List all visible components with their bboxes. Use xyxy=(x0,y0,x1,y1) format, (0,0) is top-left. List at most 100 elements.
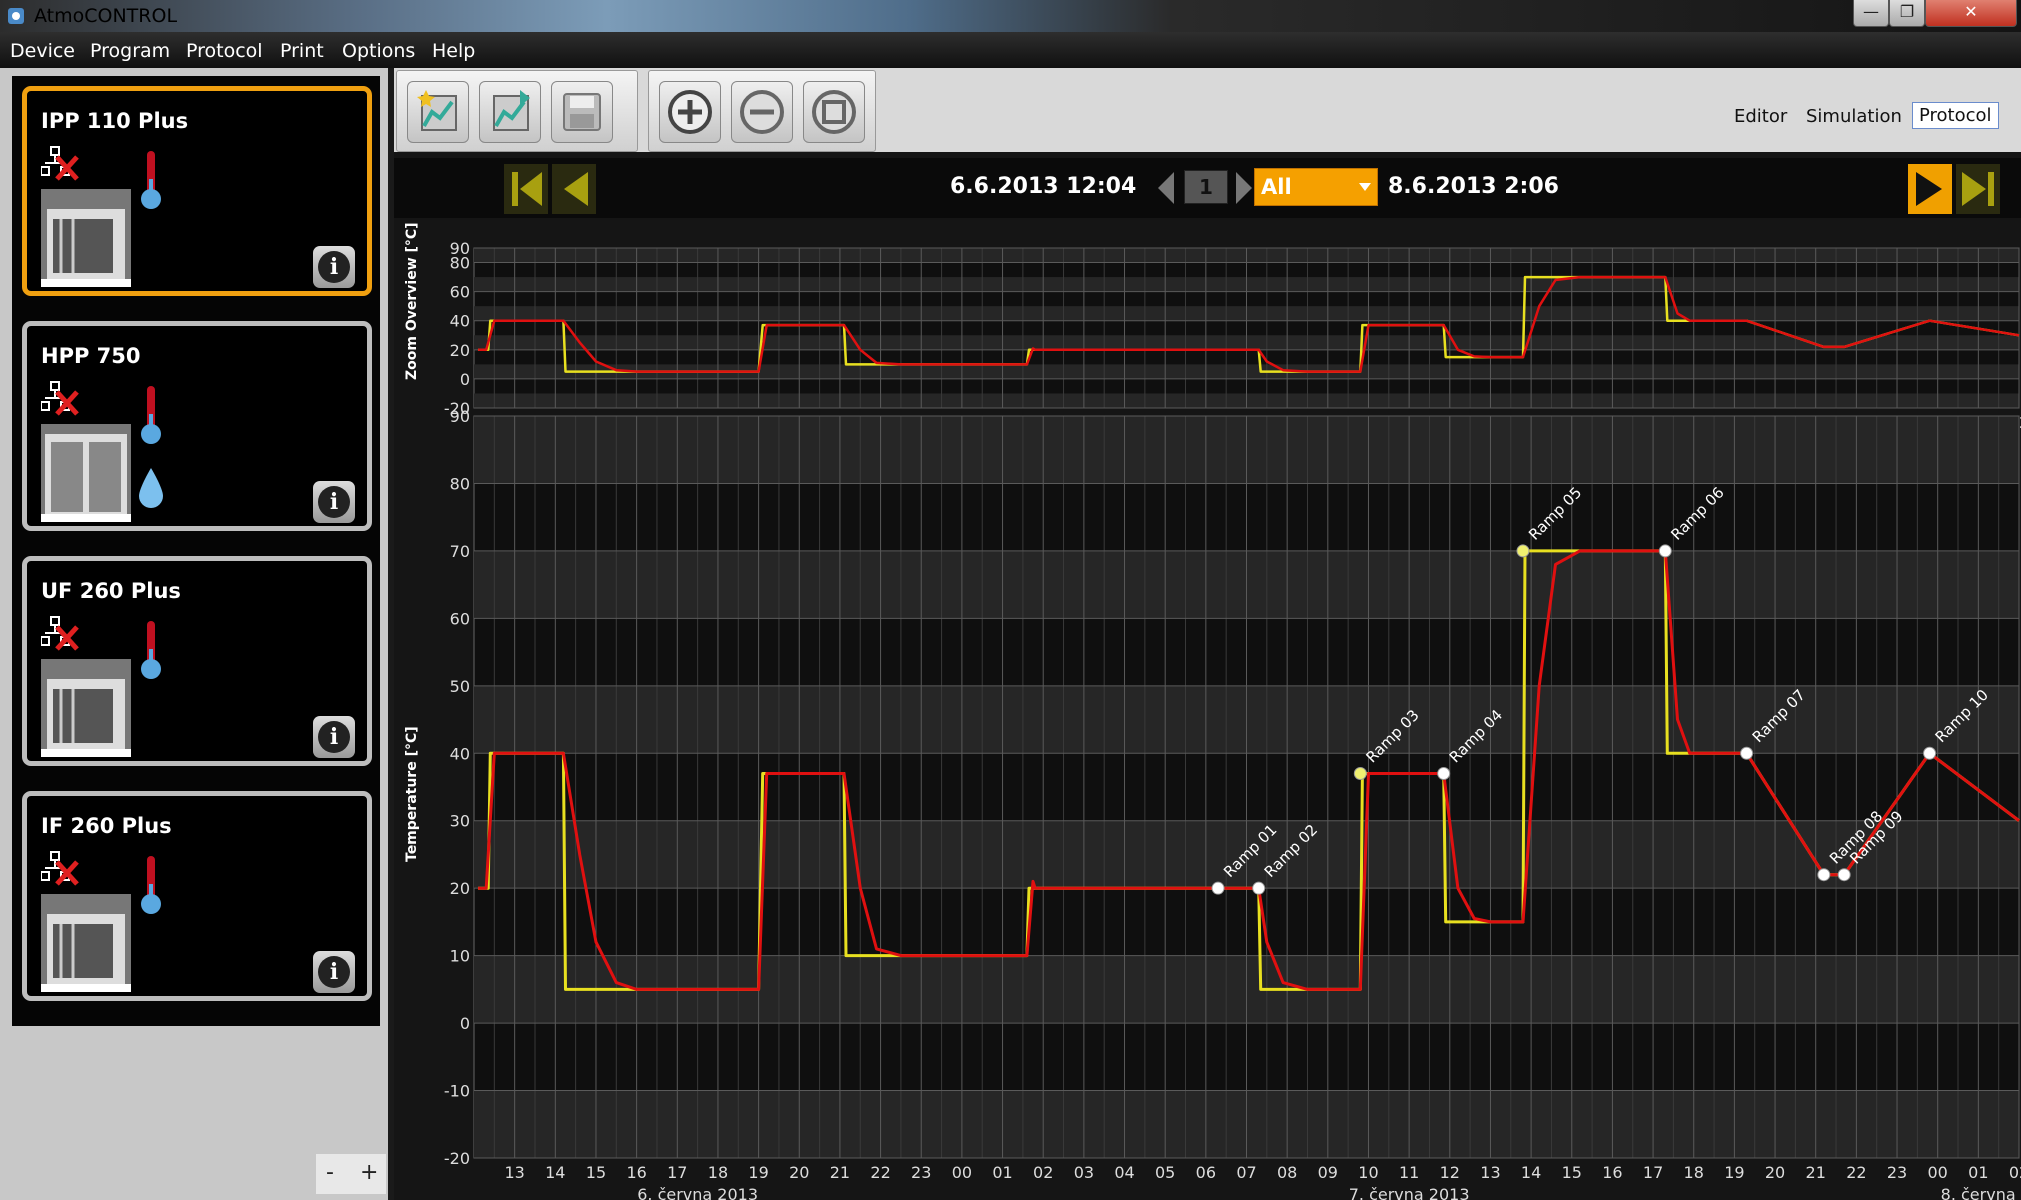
x-tick-label: 18 xyxy=(708,1163,728,1182)
menu-device[interactable]: Device xyxy=(10,40,75,62)
zoom-in-button[interactable] xyxy=(659,81,721,143)
next-page-icon[interactable] xyxy=(1232,170,1256,206)
device-info-button[interactable]: i xyxy=(313,716,355,758)
zoom-out-button[interactable] xyxy=(731,81,793,143)
filter-dropdown[interactable]: All xyxy=(1254,168,1378,206)
x-tick-label: 17 xyxy=(1643,1163,1663,1182)
import-program-button[interactable] xyxy=(479,81,541,143)
device-name: IF 260 Plus xyxy=(41,814,172,838)
zoom-fit-button[interactable] xyxy=(803,81,865,143)
mode-protocol[interactable]: Protocol xyxy=(1912,102,1999,129)
oven-icon xyxy=(41,424,131,522)
ramp-marker xyxy=(1211,881,1225,895)
zoom-in-list-button[interactable]: + xyxy=(360,1160,378,1185)
y-tick-label: -10 xyxy=(444,1082,470,1101)
y-tick-label: 80 xyxy=(450,474,470,493)
x-tick-label: 06 xyxy=(1196,1163,1216,1182)
menu-protocol[interactable]: Protocol xyxy=(186,40,263,62)
device-card[interactable]: UF 260 Plus i xyxy=(22,556,372,766)
y-tick-label: 90 xyxy=(450,239,470,258)
x-tick-label: 10 xyxy=(1358,1163,1378,1182)
y-tick-label: 40 xyxy=(450,312,470,331)
page-number[interactable]: 1 xyxy=(1184,170,1228,204)
y-tick-label: 20 xyxy=(450,341,470,360)
x-tick-label: 08 xyxy=(1277,1163,1297,1182)
menu-bar: Device Program Protocol Print Options He… xyxy=(0,32,2021,68)
x-tick-label: 14 xyxy=(1521,1163,1541,1182)
maximize-button[interactable]: ❐ xyxy=(1889,0,1925,27)
ramp-marker xyxy=(1252,881,1266,895)
y-tick-label: 10 xyxy=(450,947,470,966)
filter-value: All xyxy=(1261,175,1292,199)
minimize-button[interactable]: — xyxy=(1853,0,1889,27)
save-button[interactable] xyxy=(551,81,613,143)
thermometer-icon xyxy=(141,856,161,914)
y-tick-label: -20 xyxy=(444,1149,470,1168)
x-date-label: 6. června 2013 xyxy=(637,1185,758,1200)
x-tick-label: 02 xyxy=(2009,1163,2021,1182)
mode-editor[interactable]: Editor xyxy=(1734,106,1787,127)
x-tick-label: 15 xyxy=(1562,1163,1582,1182)
info-icon: i xyxy=(318,721,350,753)
temperature-chart[interactable]: 13 14 15 16 17 18 19 20 21 22 23 00 01 02 03 04 05 06 07 08… xyxy=(434,406,2021,1200)
ramp-marker xyxy=(1353,767,1367,781)
ramp-marker xyxy=(1516,544,1530,558)
oven-icon xyxy=(41,894,131,992)
device-card[interactable]: IPP 110 Plus i xyxy=(22,86,372,296)
x-tick-label: 12 xyxy=(1440,1163,1460,1182)
info-icon: i xyxy=(318,956,350,988)
device-card[interactable]: IF 260 Plus i xyxy=(22,791,372,1001)
device-info-button[interactable]: i xyxy=(313,481,355,523)
x-tick-label: 20 xyxy=(789,1163,809,1182)
nav-last-page[interactable] xyxy=(1908,164,2002,214)
x-tick-label: 01 xyxy=(1968,1163,1988,1182)
x-tick-label: 23 xyxy=(1887,1163,1907,1182)
ramp-marker xyxy=(1817,868,1831,882)
open-program-icon xyxy=(417,90,457,131)
x-tick-label: 20 xyxy=(1765,1163,1785,1182)
menu-options[interactable]: Options xyxy=(342,40,415,62)
oven-icon xyxy=(41,659,131,757)
nav-first-page[interactable] xyxy=(504,164,598,214)
menu-program[interactable]: Program xyxy=(90,40,170,62)
x-tick-label: 09 xyxy=(1318,1163,1338,1182)
protocol-start-time: 6.6.2013 12:04 xyxy=(950,174,1137,199)
zoom-toolbar-group xyxy=(648,70,876,152)
x-tick-label: 07 xyxy=(1236,1163,1256,1182)
device-name: IPP 110 Plus xyxy=(41,109,189,133)
y-tick-label: 30 xyxy=(450,812,470,831)
program-toolbar-group xyxy=(396,70,638,152)
temperature-axis-label: Temperature [°C] xyxy=(404,726,420,862)
device-list: IPP 110 Plus i HPP 750 i UF 260 Plus i I… xyxy=(12,76,380,1026)
prev-page-icon[interactable] xyxy=(1134,170,1182,206)
device-card[interactable]: HPP 750 i xyxy=(22,321,372,531)
ramp-marker xyxy=(1658,544,1672,558)
info-icon: i xyxy=(318,486,350,518)
menu-print[interactable]: Print xyxy=(280,40,324,62)
main-area: Editor Simulation Protocol 6.6.2013 12:0… xyxy=(394,68,2021,1200)
x-tick-label: 11 xyxy=(1399,1163,1419,1182)
protocol-end-time: 8.6.2013 2:06 xyxy=(1388,174,1559,199)
device-name: HPP 750 xyxy=(41,344,141,368)
open-program-button[interactable] xyxy=(407,81,469,143)
y-tick-label: 60 xyxy=(450,283,470,302)
y-tick-label: 90 xyxy=(450,407,470,426)
x-tick-label: 22 xyxy=(870,1163,890,1182)
x-tick-label: 00 xyxy=(952,1163,972,1182)
device-info-button[interactable]: i xyxy=(313,951,355,993)
zoom-out-list-button[interactable]: - xyxy=(326,1160,334,1185)
x-tick-label: 18 xyxy=(1684,1163,1704,1182)
y-tick-label: 70 xyxy=(450,542,470,561)
x-tick-label: 01 xyxy=(992,1163,1012,1182)
mode-simulation[interactable]: Simulation xyxy=(1806,106,1902,127)
window-title: AtmoCONTROL xyxy=(34,5,178,27)
y-tick-label: 60 xyxy=(450,609,470,628)
menu-help[interactable]: Help xyxy=(432,40,475,62)
x-tick-label: 16 xyxy=(1602,1163,1622,1182)
device-info-button[interactable]: i xyxy=(313,246,355,288)
close-button[interactable]: ✕ xyxy=(1925,0,2017,27)
ramp-marker xyxy=(1437,767,1451,781)
x-tick-label: 22 xyxy=(1846,1163,1866,1182)
chevron-down-icon xyxy=(1359,183,1371,191)
x-tick-label: 19 xyxy=(1724,1163,1744,1182)
